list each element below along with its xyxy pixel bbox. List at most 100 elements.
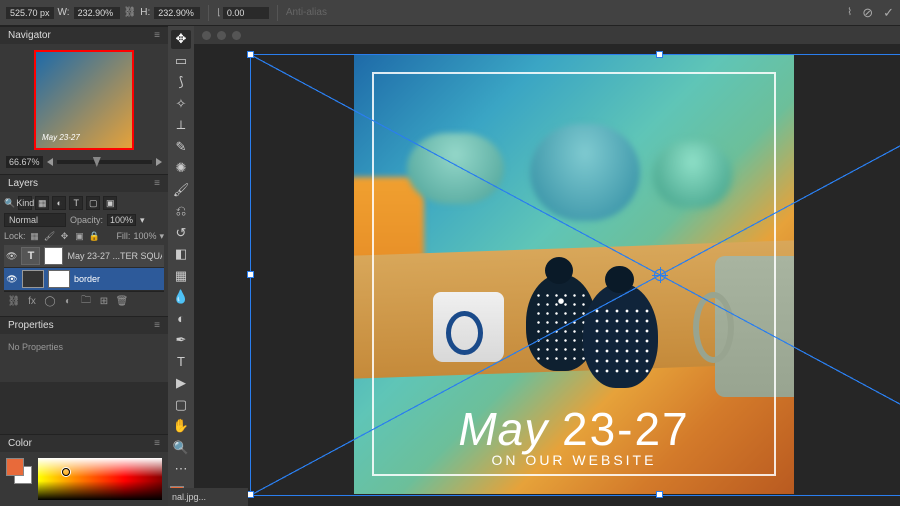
edit-toolbar[interactable]: ⋯: [171, 460, 191, 479]
transform-handle[interactable]: [247, 271, 254, 278]
filter-adjust-icon[interactable]: ◐: [52, 196, 66, 210]
link-icon[interactable]: ⛓: [124, 7, 137, 18]
marquee-tool[interactable]: ▭: [171, 52, 191, 71]
zoom-tool[interactable]: 🔍: [171, 439, 191, 458]
new-layer-icon[interactable]: ⊞: [98, 295, 110, 307]
dropdown-icon[interactable]: ▾: [159, 231, 164, 242]
filter-smart-icon[interactable]: ▣: [103, 196, 117, 210]
minimize-window-icon[interactable]: [217, 31, 226, 40]
lock-position-icon[interactable]: ✥: [59, 230, 71, 242]
navigator-header[interactable]: Navigator ≡: [0, 27, 168, 44]
width-px-field[interactable]: 525.70 px: [6, 7, 54, 19]
crop-tool[interactable]: ⟂: [171, 116, 191, 135]
fill-value[interactable]: 100%: [133, 231, 156, 241]
transform-handle[interactable]: [247, 51, 254, 58]
lock-all-icon[interactable]: 🔒: [89, 230, 101, 242]
zoom-out-icon[interactable]: [47, 158, 53, 166]
photo-background: May 23-27 ON OUR WEBSITE: [354, 54, 794, 494]
type-tool[interactable]: T: [171, 353, 191, 372]
close-window-icon[interactable]: [202, 31, 211, 40]
cancel-icon[interactable]: ⊘: [862, 5, 873, 21]
color-title: Color: [8, 438, 32, 449]
healing-brush-tool[interactable]: ✺: [171, 159, 191, 178]
layer-row[interactable]: 👁 T May 23-27 ...TER SQUARE: [4, 245, 164, 268]
filter-kind[interactable]: Kind: [18, 196, 32, 210]
blend-mode-row: Normal Opacity: 100% ▾: [4, 213, 164, 227]
blur-tool[interactable]: 💧: [171, 288, 191, 307]
lasso-tool[interactable]: ⟆: [171, 73, 191, 92]
navigator-thumbnail[interactable]: May 23-27: [34, 50, 134, 150]
clone-stamp-tool[interactable]: ⎌: [171, 202, 191, 221]
window-titlebar[interactable]: [194, 26, 900, 44]
color-spectrum[interactable]: [38, 458, 162, 500]
visibility-icon[interactable]: 👁: [6, 251, 17, 262]
magic-wand-tool[interactable]: ✧: [171, 95, 191, 114]
layer-mask-thumbnail[interactable]: [48, 270, 70, 288]
lock-transparency-icon[interactable]: ▦: [29, 230, 41, 242]
panel-menu-icon[interactable]: ≡: [154, 30, 160, 41]
transform-handle[interactable]: [247, 491, 254, 498]
angle-field[interactable]: ⌊ 0.00: [217, 7, 269, 19]
blend-mode-dropdown[interactable]: Normal: [4, 213, 66, 227]
lock-paint-icon[interactable]: 🖌: [44, 230, 56, 242]
layer-mask-thumbnail[interactable]: [44, 247, 63, 265]
canvas[interactable]: May 23-27 ON OUR WEBSITE: [194, 44, 900, 506]
width-pct-field[interactable]: 232.90%: [74, 7, 120, 19]
layer-row[interactable]: 👁 border: [4, 268, 164, 291]
height-pct-value: 232.90%: [154, 7, 200, 19]
eyedropper-tool[interactable]: ✎: [171, 138, 191, 157]
filter-search-icon[interactable]: 🔍: [4, 198, 15, 209]
foreground-color-swatch[interactable]: [6, 458, 24, 476]
artwork-image: May 23-27 ON OUR WEBSITE: [354, 54, 794, 494]
caption-subtitle: ON OUR WEBSITE: [354, 452, 794, 468]
color-panel: Color ≡: [0, 434, 168, 506]
color-header[interactable]: Color ≡: [0, 435, 168, 452]
layer-style-icon[interactable]: fx: [26, 295, 38, 307]
tools-panel: ✥ ▭ ⟆ ✧ ⟂ ✎ ✺ 🖌 ⎌ ↺ ◧ ▦ 💧 ◐ ✒ T ▶ ▢ ✋ 🔍 …: [168, 26, 194, 506]
visibility-icon[interactable]: 👁: [6, 274, 18, 285]
panel-menu-icon[interactable]: ≡: [154, 178, 160, 189]
properties-body: No Properties: [0, 334, 168, 382]
layer-name[interactable]: border: [74, 274, 100, 284]
shape-tool[interactable]: ▢: [171, 396, 191, 415]
color-picker-indicator: [62, 468, 70, 476]
eraser-tool[interactable]: ◧: [171, 245, 191, 264]
link-layers-icon[interactable]: ⛓: [8, 295, 20, 307]
filter-type-icon[interactable]: T: [69, 196, 83, 210]
separator: [277, 5, 278, 21]
angle-label: ⌊: [217, 7, 221, 18]
height-pct-field[interactable]: 232.90%: [154, 7, 200, 19]
pen-tool[interactable]: ✒: [171, 331, 191, 350]
adjustment-layer-icon[interactable]: ◐: [62, 295, 74, 307]
move-tool[interactable]: ✥: [171, 30, 191, 49]
color-swatches[interactable]: [6, 458, 32, 484]
panel-menu-icon[interactable]: ≡: [154, 438, 160, 449]
document-tab[interactable]: nal.jpg...: [168, 488, 248, 506]
filter-pixel-icon[interactable]: ▦: [35, 196, 49, 210]
delete-layer-icon[interactable]: 🗑: [116, 295, 128, 307]
dropdown-icon[interactable]: ▾: [140, 215, 145, 226]
lock-artboard-icon[interactable]: ▣: [74, 230, 86, 242]
zoom-slider[interactable]: [57, 160, 152, 164]
fill-label: Fill:: [116, 231, 130, 241]
zoom-percentage[interactable]: 66.67%: [6, 156, 43, 168]
properties-header[interactable]: Properties ≡: [0, 317, 168, 334]
panel-menu-icon[interactable]: ≡: [154, 320, 160, 331]
history-brush-tool[interactable]: ↺: [171, 224, 191, 243]
zoom-window-icon[interactable]: [232, 31, 241, 40]
filter-shape-icon[interactable]: ▢: [86, 196, 100, 210]
navigator-title: Navigator: [8, 30, 51, 41]
gradient-tool[interactable]: ▦: [171, 267, 191, 286]
zoom-in-icon[interactable]: [156, 158, 162, 166]
warp-icon[interactable]: ⌇: [847, 7, 852, 18]
commit-icon[interactable]: ✓: [883, 5, 894, 21]
opacity-value[interactable]: 100%: [107, 214, 136, 226]
path-select-tool[interactable]: ▶: [171, 374, 191, 393]
group-icon[interactable]: 🗀: [80, 295, 92, 307]
layer-name[interactable]: May 23-27 ...TER SQUARE: [67, 251, 162, 261]
layers-header[interactable]: Layers ≡: [0, 175, 168, 192]
brush-tool[interactable]: 🖌: [171, 181, 191, 200]
layer-mask-icon[interactable]: ◯: [44, 295, 56, 307]
hand-tool[interactable]: ✋: [171, 417, 191, 436]
dodge-tool[interactable]: ◐: [171, 310, 191, 329]
